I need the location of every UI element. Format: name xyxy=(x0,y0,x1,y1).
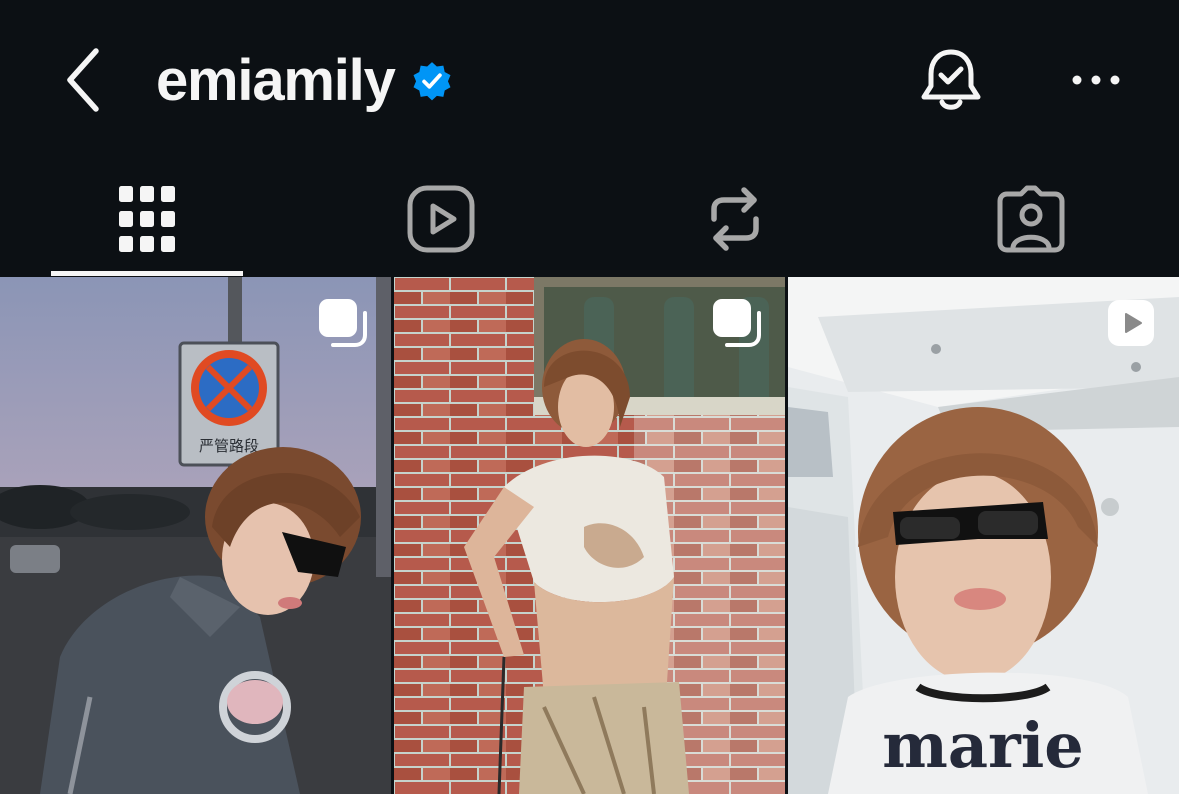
grid-icon xyxy=(119,185,175,252)
carousel-badge xyxy=(317,297,369,349)
carousel-icon xyxy=(713,299,761,347)
profile-header: emiamily xyxy=(0,0,1179,160)
carousel-badge xyxy=(711,297,763,349)
post-photo-street: 严管路段 xyxy=(0,277,391,794)
carousel-icon xyxy=(319,299,367,347)
verified-badge-icon xyxy=(411,60,453,102)
tab-posts[interactable] xyxy=(51,160,243,277)
post-photo-selfie: marie xyxy=(788,277,1179,794)
notifications-button[interactable] xyxy=(914,44,988,118)
tagged-icon xyxy=(997,185,1065,252)
more-options-button[interactable] xyxy=(1066,58,1126,102)
shirt-print-text: marie xyxy=(882,709,1083,782)
post-thumbnail[interactable] xyxy=(394,277,785,794)
post-photo-brick-wall xyxy=(394,277,785,794)
profile-tabs xyxy=(0,160,1179,277)
chevron-left-icon xyxy=(67,48,99,112)
reels-icon xyxy=(407,185,475,252)
bell-check-icon xyxy=(921,49,981,110)
more-horizontal-icon xyxy=(1072,75,1120,85)
selected-tab-indicator xyxy=(51,271,243,276)
post-thumbnail[interactable]: marie xyxy=(788,277,1179,794)
reel-badge xyxy=(1105,297,1157,349)
post-thumbnail[interactable]: 严管路段 xyxy=(0,277,391,794)
back-button[interactable] xyxy=(52,40,116,120)
street-sign-text: 严管路段 xyxy=(199,437,259,455)
tab-reposts[interactable] xyxy=(639,160,831,277)
posts-grid: 严管路段 marie xyxy=(0,277,1179,794)
profile-title: emiamily xyxy=(156,46,453,116)
tab-tagged[interactable] xyxy=(935,160,1127,277)
reel-icon xyxy=(1108,300,1154,346)
reposts-icon xyxy=(711,186,759,251)
tab-reels[interactable] xyxy=(345,160,537,277)
username: emiamily xyxy=(156,48,396,113)
